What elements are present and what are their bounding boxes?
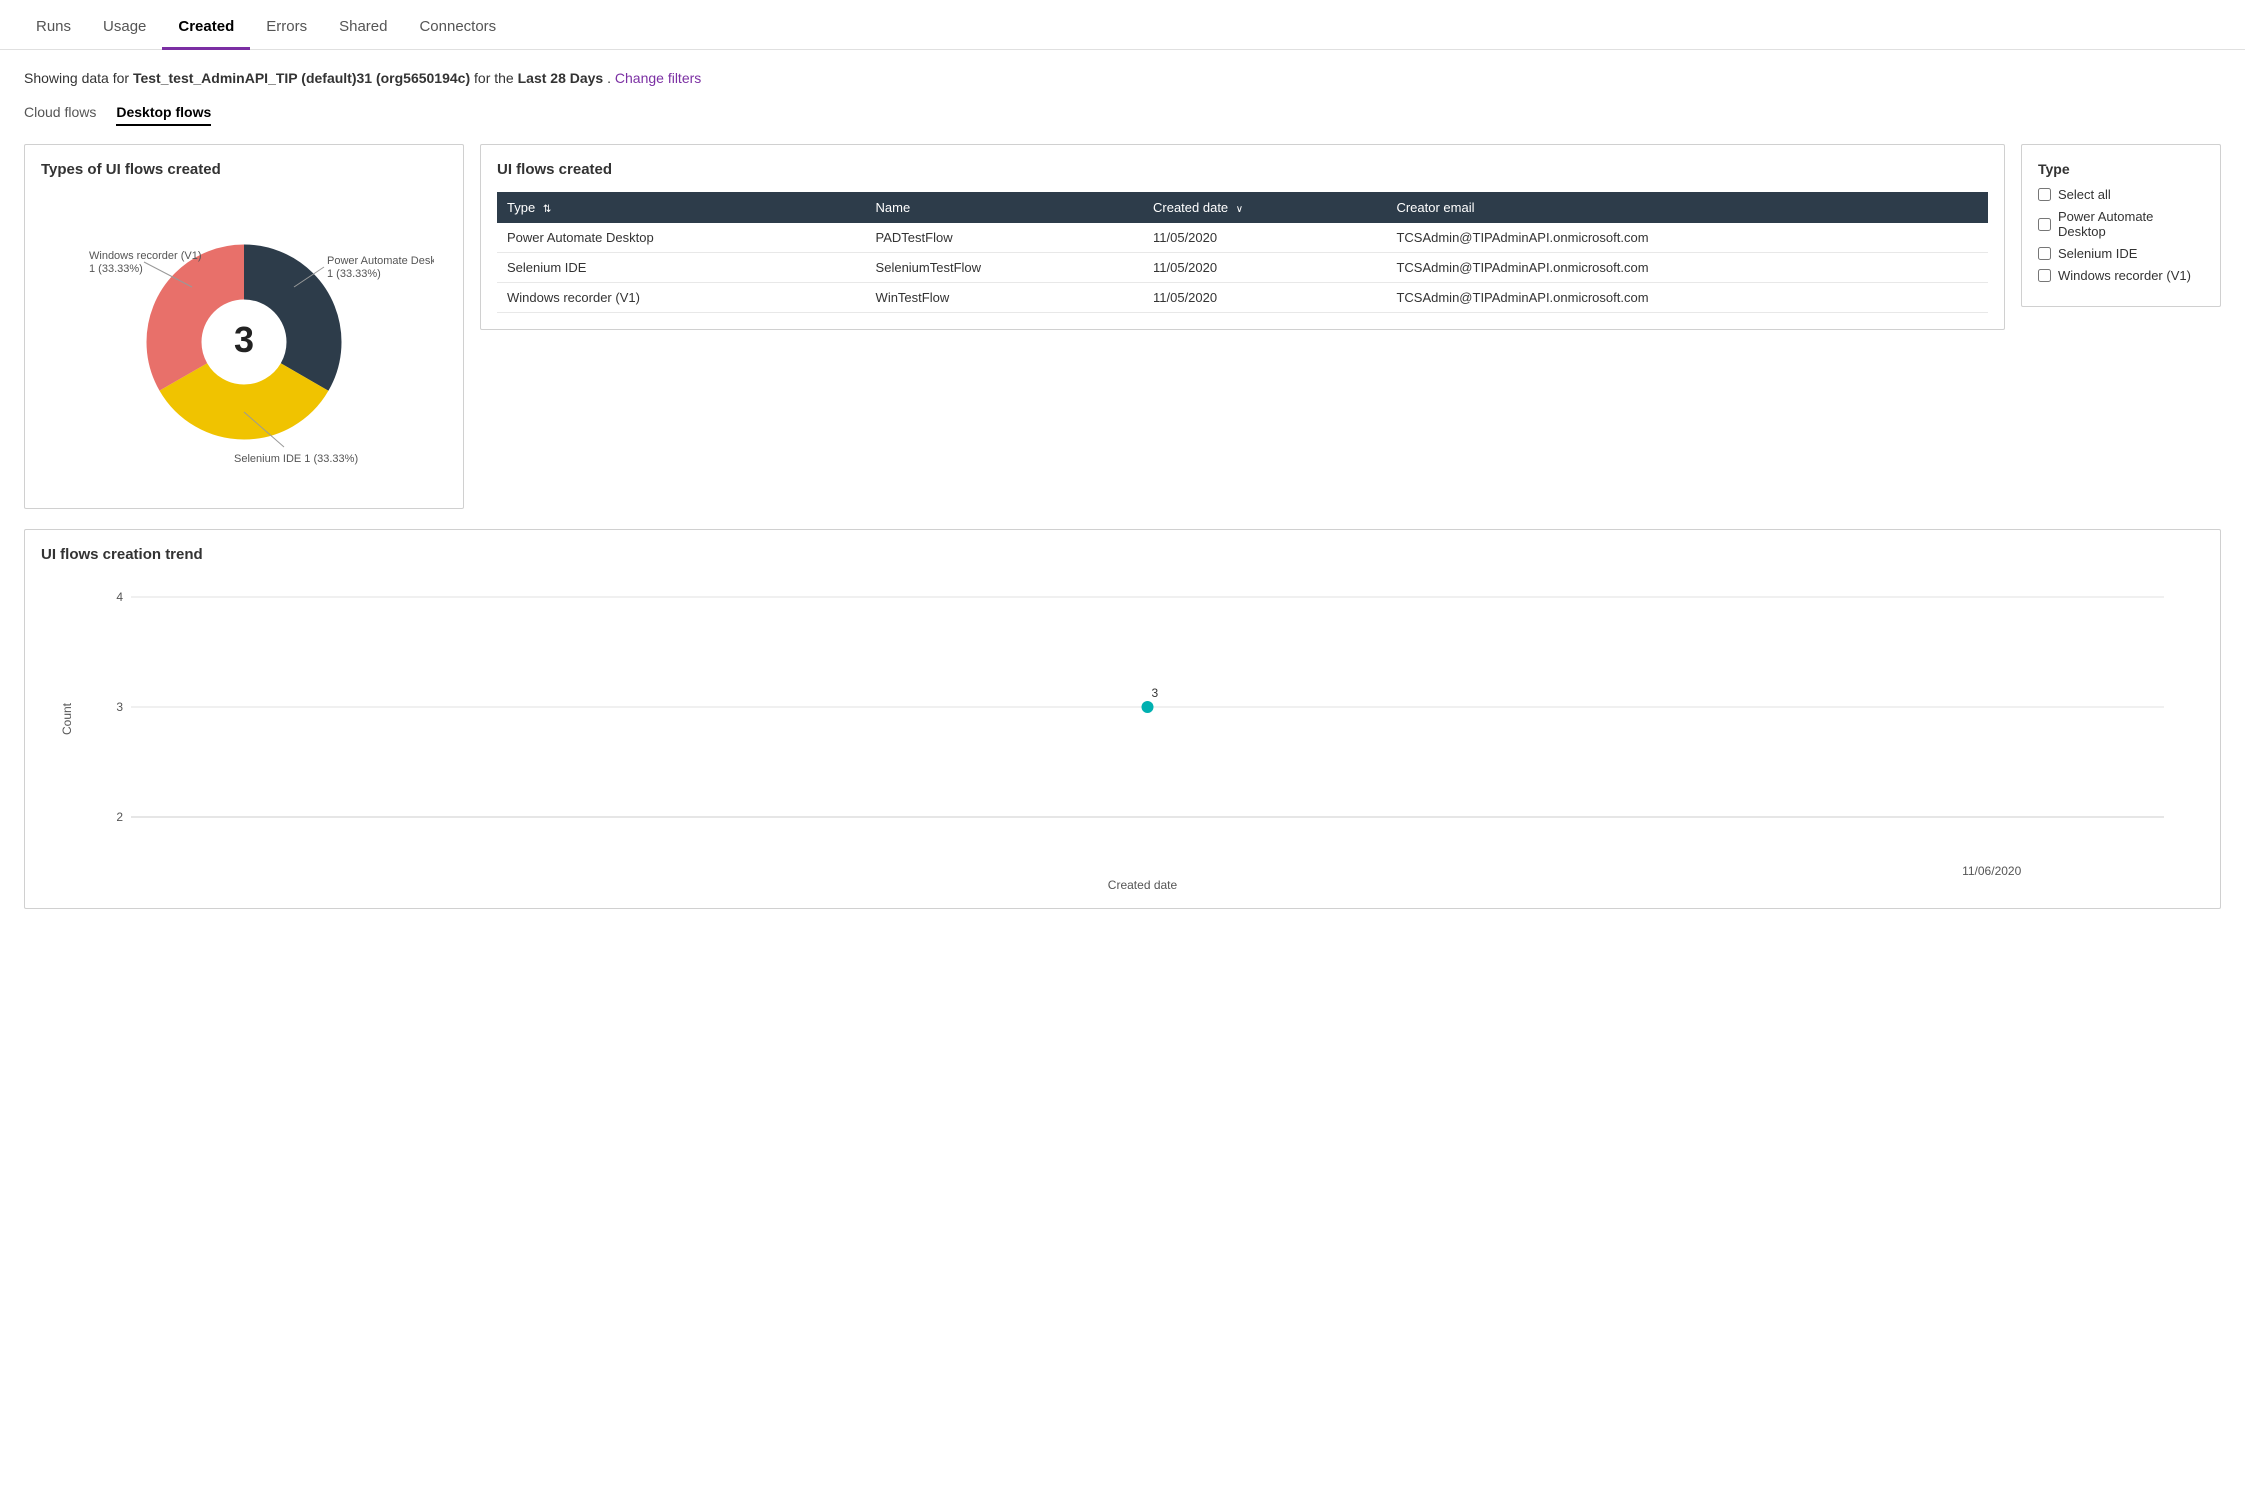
cell-created_date: 11/05/2020 [1143,283,1386,313]
nav-item-shared[interactable]: Shared [323,6,403,50]
sort-icon-date: ∨ [1236,204,1243,215]
col-created-date[interactable]: Created date ∨ [1143,192,1386,223]
svg-text:Selenium IDE 1 (33.33%): Selenium IDE 1 (33.33%) [234,453,358,465]
nav-item-errors[interactable]: Errors [250,6,323,50]
trend-chart-title: UI flows creation trend [41,546,2204,563]
filter-select-all[interactable]: Select all [2038,187,2204,202]
svg-text:1 (33.33%): 1 (33.33%) [327,268,381,280]
col-name[interactable]: Name [866,192,1143,223]
nav-item-usage[interactable]: Usage [87,6,162,50]
sub-tab-desktop-flows[interactable]: Desktop flows [116,104,211,126]
table-row: Windows recorder (V1)WinTestFlow11/05/20… [497,283,1988,313]
col-creator-email[interactable]: Creator email [1386,192,1988,223]
filter-period: Last 28 Days [518,70,604,86]
checkbox-power-automate-desktop[interactable] [2038,218,2051,231]
filter-suffix: . [607,70,611,86]
filter-description: Showing data for Test_test_AdminAPI_TIP … [24,70,2221,86]
cell-type: Selenium IDE [497,253,866,283]
svg-text:3: 3 [234,319,254,360]
checkbox-select-all[interactable] [2038,188,2051,201]
filter-option-label: Selenium IDE [2058,246,2137,261]
x-axis-label: Created date [1108,878,1177,892]
table-header-row: Type ⇅ Name Created date ∨ Creator email [497,192,1988,223]
table-row: Power Automate DesktopPADTestFlow11/05/2… [497,223,1988,253]
svg-text:3: 3 [116,700,123,714]
trend-data-point [1142,701,1154,713]
checkbox-selenium-ide[interactable] [2038,247,2051,260]
sub-tab-cloud-flows[interactable]: Cloud flows [24,104,96,126]
ui-flows-table: Type ⇅ Name Created date ∨ Creator email [497,192,1988,313]
main-content: Showing data for Test_test_AdminAPI_TIP … [0,50,2245,929]
svg-text:4: 4 [116,590,123,604]
trend-svg: 2 3 4 3 [91,577,2204,857]
donut-chart-panel: Types of UI flows created 3 Power Automa… [24,144,464,509]
change-filters-link[interactable]: Change filters [615,70,701,86]
table-row: Selenium IDESeleniumTestFlow11/05/2020TC… [497,253,1988,283]
x-axis-label-container: 11/06/2020 Created date [81,864,2204,892]
svg-text:1 (33.33%): 1 (33.33%) [89,263,143,275]
svg-text:3: 3 [1152,686,1159,700]
cell-email: TCSAdmin@TIPAdminAPI.onmicrosoft.com [1386,223,1988,253]
filter-options-container: Power Automate Desktop Selenium IDE Window… [2038,209,2204,283]
filter-option-label: Windows recorder (V1) [2058,268,2191,283]
filter-org: Test_test_AdminAPI_TIP (default)31 (org5… [133,70,470,86]
cell-type: Windows recorder (V1) [497,283,866,313]
sort-icon-type: ⇅ [543,204,551,215]
cell-email: TCSAdmin@TIPAdminAPI.onmicrosoft.com [1386,253,1988,283]
trend-chart-panel: UI flows creation trend Count 2 3 4 3 11/06… [24,529,2221,909]
nav-item-created[interactable]: Created [162,6,250,50]
cell-email: TCSAdmin@TIPAdminAPI.onmicrosoft.com [1386,283,1988,313]
table-title: UI flows created [497,161,1988,178]
donut-chart-area: 3 Power Automate Desktop 1 (33.33%) Wind… [41,192,447,492]
filter-option-label: Power Automate Desktop [2058,209,2204,239]
filter-panel-title: Type [2038,161,2204,177]
donut-svg: 3 Power Automate Desktop 1 (33.33%) Wind… [54,192,434,492]
donut-chart-title: Types of UI flows created [41,161,447,178]
select-all-label: Select all [2058,187,2111,202]
svg-text:2: 2 [116,810,123,824]
filter-option-windows-recorder-(v1)[interactable]: Windows recorder (V1) [2038,268,2204,283]
filter-option-power-automate-desktop[interactable]: Power Automate Desktop [2038,209,2204,239]
sub-tabs-container: Cloud flows Desktop flows [24,104,2221,126]
table-panel: UI flows created Type ⇅ Name Created dat… [480,144,2005,330]
svg-text:Power Automate Desktop: Power Automate Desktop [327,255,434,267]
checkbox-windows-recorder-(v1)[interactable] [2038,269,2051,282]
x-tick-label: 11/06/2020 [1962,864,2021,878]
table-body: Power Automate DesktopPADTestFlow11/05/2… [497,223,1988,313]
filter-prefix: Showing data for [24,70,129,86]
filter-mid: for the [474,70,514,86]
cell-created_date: 11/05/2020 [1143,253,1386,283]
cell-created_date: 11/05/2020 [1143,223,1386,253]
svg-text:Windows recorder (V1): Windows recorder (V1) [89,250,201,262]
y-axis-label: Count [60,702,74,734]
cell-name: SeleniumTestFlow [866,253,1143,283]
filter-option-selenium-ide[interactable]: Selenium IDE [2038,246,2204,261]
cell-name: PADTestFlow [866,223,1143,253]
filter-panel: Type Select all Power Automate Desktop Se… [2021,144,2221,307]
cell-name: WinTestFlow [866,283,1143,313]
nav-item-runs[interactable]: Runs [20,6,87,50]
col-type[interactable]: Type ⇅ [497,192,866,223]
panels-row: Types of UI flows created 3 Power Automa… [24,144,2221,509]
cell-type: Power Automate Desktop [497,223,866,253]
nav-item-connectors[interactable]: Connectors [403,6,512,50]
top-navigation: RunsUsageCreatedErrorsSharedConnectors [0,0,2245,50]
